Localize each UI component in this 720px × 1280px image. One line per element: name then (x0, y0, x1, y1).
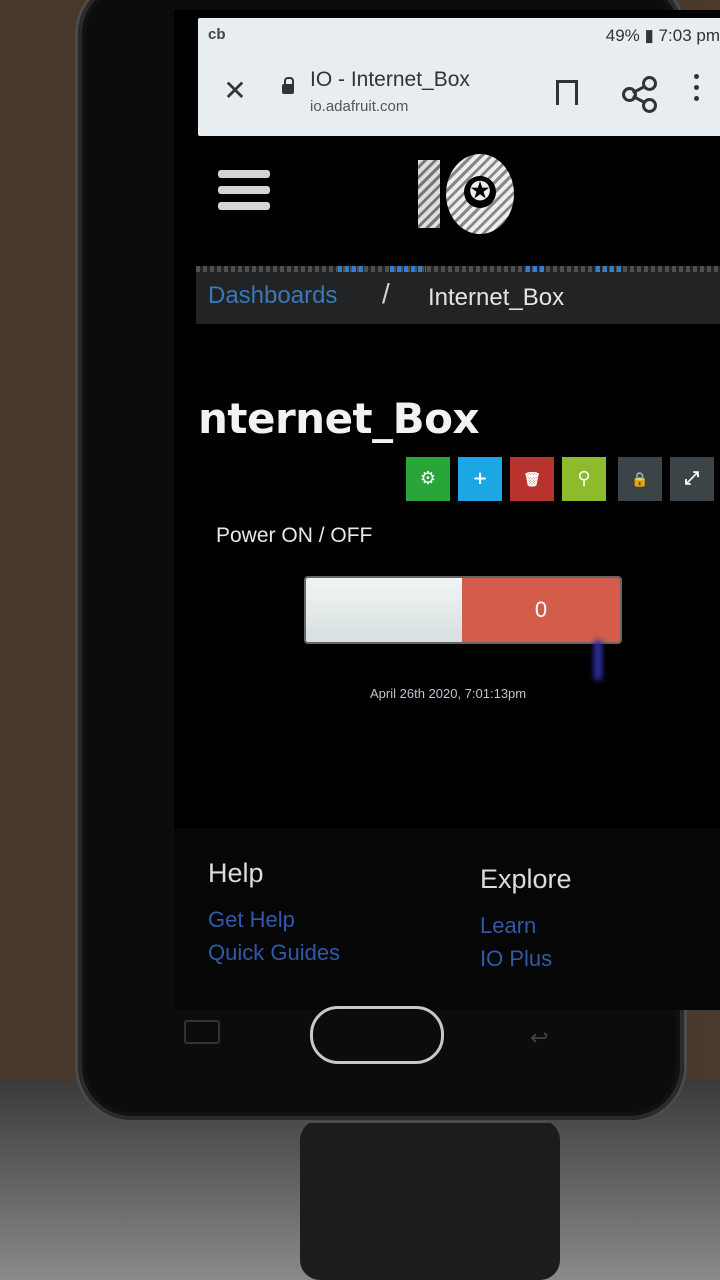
browser-chrome: cb 49% ▮ 7:03 pm ✕ IO - Internet_Box io.… (198, 18, 720, 136)
key-icon: ⚲ (577, 468, 591, 489)
toggle-value[interactable]: 0 (462, 578, 620, 642)
status-bar: cb 49% ▮ 7:03 pm (198, 18, 720, 54)
block-title: Power ON / OFF (216, 524, 373, 547)
breadcrumb-separator: / (382, 278, 390, 309)
add-block-button[interactable]: + (458, 457, 502, 501)
footer-help-heading: Help (208, 858, 264, 888)
home-button[interactable] (310, 1006, 444, 1064)
settings-button[interactable]: ⚙ (406, 457, 450, 501)
footer-link-quick-guides[interactable]: Quick Guides (208, 936, 340, 969)
lock-icon: 🔒 (631, 472, 649, 488)
footer-help-column: Help Get Help Quick Guides (208, 858, 340, 969)
footer-link-learn[interactable]: Learn (480, 909, 572, 942)
screen-reflection (594, 640, 602, 680)
phone-screen: cb 49% ▮ 7:03 pm ✕ IO - Internet_Box io.… (174, 10, 720, 1010)
page-title: nternet_Box (198, 394, 480, 443)
gear-icon: ⚙ (419, 468, 437, 489)
breadcrumb-current: Internet_Box (428, 284, 565, 311)
secure-lock-icon (282, 77, 294, 94)
footer-link-io-plus[interactable]: IO Plus (480, 942, 572, 975)
status-right: 49% ▮ 7:03 pm (605, 26, 720, 45)
close-tab-icon[interactable]: ✕ (220, 74, 250, 107)
power-toggle[interactable]: 0 (304, 576, 622, 644)
footer-explore-heading: Explore (480, 864, 572, 894)
carrier-label: cb (208, 26, 226, 43)
breadcrumb: Dashboards / Internet_Box (196, 266, 720, 324)
more-menu-icon[interactable] (694, 74, 700, 107)
toggle-off-side[interactable] (306, 578, 462, 642)
lock-button[interactable]: 🔒 (618, 457, 662, 501)
trash-icon: 🗑 (523, 472, 541, 488)
tab-title: IO - Internet_Box (310, 68, 470, 91)
phone-frame: cb 49% ▮ 7:03 pm ✕ IO - Internet_Box io.… (78, 0, 720, 1120)
phone-nav-bar: ↩ (78, 1000, 684, 1080)
footer-explore-column: Explore Learn IO Plus (480, 864, 572, 975)
expand-icon: ⤢ (684, 468, 700, 489)
last-updated-timestamp: April 26th 2020, 7:01:13pm (370, 686, 527, 701)
plus-icon: + (472, 468, 488, 489)
delete-button[interactable]: 🗑 (510, 457, 554, 501)
back-icon[interactable]: ↩ (530, 1026, 548, 1051)
url-bar[interactable]: ✕ IO - Internet_Box io.adafruit.com (198, 54, 720, 136)
url-text[interactable]: io.adafruit.com (310, 98, 408, 115)
share-icon[interactable] (622, 76, 657, 113)
fullscreen-button[interactable]: ⤢ (670, 457, 714, 501)
footer: Help Get Help Quick Guides Explore Learn… (174, 828, 720, 1010)
breadcrumb-dashboards-link[interactable]: Dashboards (208, 282, 337, 310)
recent-apps-icon[interactable] (184, 1020, 220, 1044)
adafruit-io-logo[interactable]: ✪ (418, 154, 514, 238)
footer-link-get-help[interactable]: Get Help (208, 903, 340, 936)
bookmark-icon[interactable] (556, 80, 578, 109)
keys-button[interactable]: ⚲ (562, 457, 606, 501)
hamburger-menu-icon[interactable] (218, 170, 270, 218)
